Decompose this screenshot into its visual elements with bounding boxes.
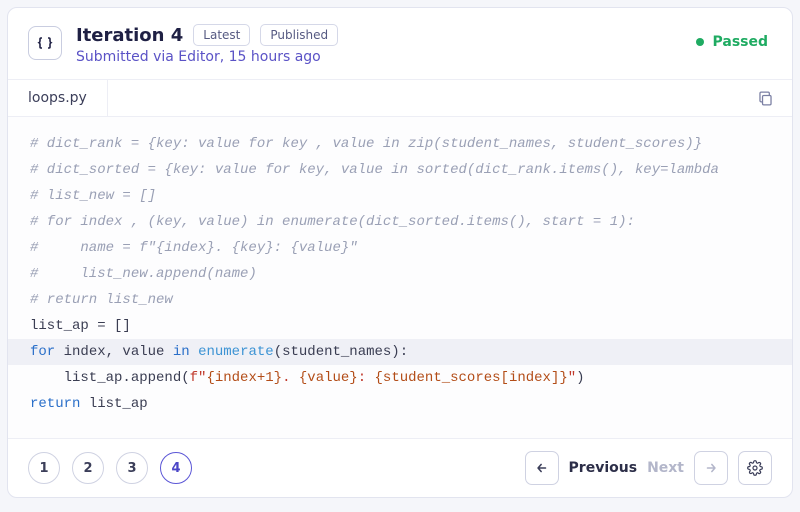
file-tabs: loops.py <box>8 79 792 117</box>
code-line: # for index , (key, value) in enumerate(… <box>8 209 792 235</box>
next-button[interactable] <box>694 451 728 485</box>
tab-file[interactable]: loops.py <box>8 80 108 116</box>
code-line: # dict_rank = {key: value for key , valu… <box>8 131 792 157</box>
code-line: list_ap = [] <box>8 313 792 339</box>
previous-label[interactable]: Previous <box>569 460 638 476</box>
status-dot-icon <box>696 38 704 46</box>
page-button-2[interactable]: 2 <box>72 452 104 484</box>
next-label: Next <box>647 460 684 476</box>
code-line: # return list_new <box>8 287 792 313</box>
submission-info: Submitted via Editor, 15 hours ago <box>76 49 682 65</box>
page-button-1[interactable]: 1 <box>28 452 60 484</box>
settings-button[interactable] <box>738 451 772 485</box>
code-scroll[interactable]: # dict_rank = {key: value for key , valu… <box>8 117 792 438</box>
code-line: list_ap.append(f"{index+1}. {value}: {st… <box>8 365 792 391</box>
status-label: Passed <box>712 34 768 50</box>
code-viewport: # dict_rank = {key: value for key , valu… <box>8 117 792 438</box>
status-badge: Passed <box>696 34 768 50</box>
page-button-4[interactable]: 4 <box>160 452 192 484</box>
page-button-3[interactable]: 3 <box>116 452 148 484</box>
pagination-pages: 1234 <box>28 452 192 484</box>
header-main: Iteration 4 Latest Published Submitted v… <box>76 24 682 65</box>
card-header: Iteration 4 Latest Published Submitted v… <box>8 8 792 79</box>
footer: 1234 Previous Next <box>8 438 792 497</box>
badge-latest: Latest <box>193 24 250 46</box>
code-line: return list_ap <box>8 391 792 417</box>
iteration-card: Iteration 4 Latest Published Submitted v… <box>7 7 793 498</box>
code-line: # dict_sorted = {key: value for key, val… <box>8 157 792 183</box>
code-line: # list_new.append(name) <box>8 261 792 287</box>
pagination-nav: Previous Next <box>525 451 772 485</box>
code-brackets-icon <box>28 26 62 60</box>
previous-button[interactable] <box>525 451 559 485</box>
iteration-title: Iteration 4 <box>76 25 183 46</box>
code-line: # name = f"{index}. {key}: {value}" <box>8 235 792 261</box>
code-line: for index, value in enumerate(student_na… <box>8 339 792 365</box>
badge-published: Published <box>260 24 338 46</box>
code-line: # list_new = [] <box>8 183 792 209</box>
gear-icon <box>747 460 763 476</box>
copy-icon[interactable] <box>757 90 774 107</box>
